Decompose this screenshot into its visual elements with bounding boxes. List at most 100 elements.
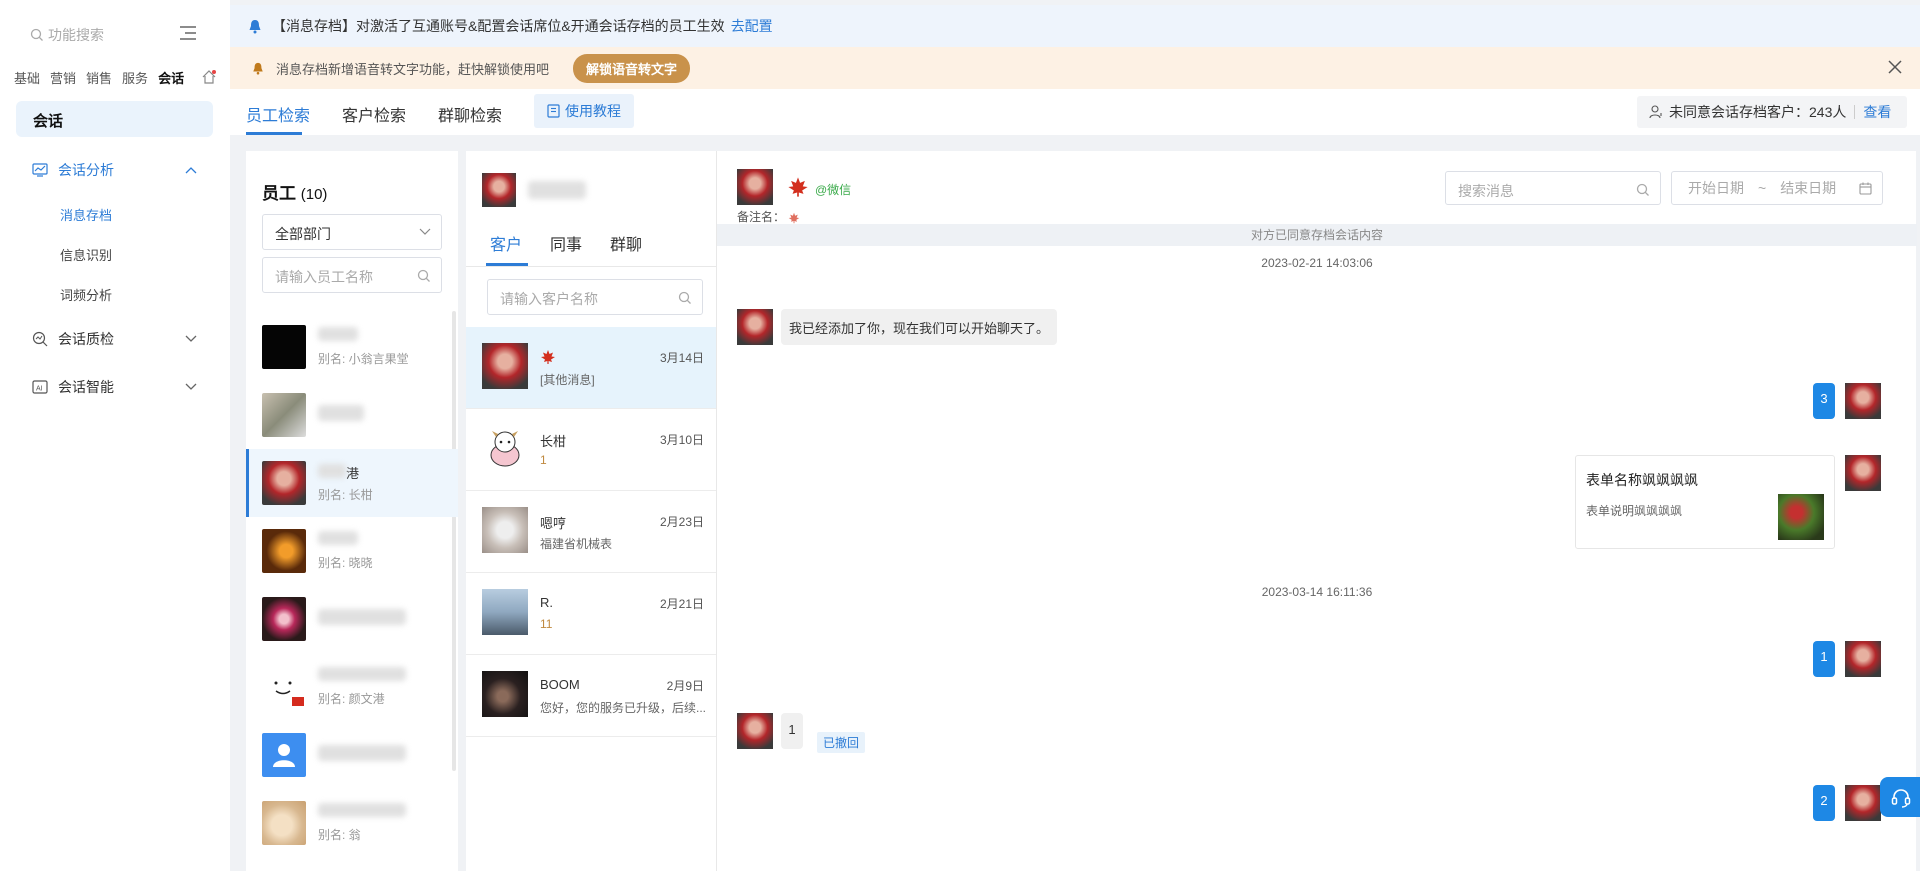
bell-icon — [249, 19, 261, 33]
active-tab-indicator — [246, 132, 302, 135]
avatar — [262, 597, 306, 641]
employee-name-blur — [528, 181, 586, 202]
customer-tabs: 客户 同事 群聊 — [490, 231, 670, 255]
function-search-placeholder: 功能搜索 — [48, 27, 104, 43]
bell-icon — [253, 62, 263, 74]
menu-collapse-icon[interactable] — [180, 26, 196, 40]
message-bubble-left: 1 — [781, 713, 803, 749]
message-archive-notice: 【消息存档】对激活了互通账号&配置会话席位&开通会话存档的员工生效 去配置 — [230, 5, 1920, 47]
calendar-icon — [1859, 182, 1872, 195]
date-range-picker[interactable]: 开始日期 ~ 结束日期 — [1671, 171, 1883, 205]
function-search[interactable]: 功能搜索 — [30, 24, 190, 46]
customer-item[interactable]: BOOM 您好，您的服务已升级，后续... 2月9日 — [466, 655, 716, 737]
ai-icon: AI — [32, 380, 48, 394]
customer-date: 2月9日 — [666, 679, 704, 693]
customer-search-input[interactable]: 请输入客户名称 — [487, 279, 703, 315]
customer-name: 长柑 — [540, 434, 567, 449]
nav-item-message-archive[interactable]: 消息存档 — [60, 205, 112, 224]
form-card-title: 表单名称飒飒飒飒 — [1586, 472, 1698, 488]
customer-item[interactable]: 嗯哼 福建省机械表 2月23日 — [466, 491, 716, 573]
remark-label: 备注名： — [737, 208, 800, 225]
avatar — [262, 529, 306, 573]
customer-item[interactable]: R. 11 2月21日 — [466, 573, 716, 655]
tutorial-button[interactable]: 使用教程 — [534, 94, 634, 128]
customer-last-message: 11 — [540, 617, 553, 631]
message-search-input[interactable]: 搜索消息 — [1445, 171, 1661, 205]
chevron-down-icon — [185, 335, 197, 342]
department-select[interactable]: 全部部门 — [262, 214, 442, 250]
tab-customers[interactable]: 客户 — [490, 231, 522, 255]
chart-icon — [32, 163, 48, 177]
tab-group-search[interactable]: 群聊检索 — [438, 102, 502, 126]
employee-name — [318, 405, 364, 424]
headset-icon — [1891, 789, 1911, 808]
category-marketing[interactable]: 营销 — [50, 68, 76, 87]
home-dot-icon[interactable] — [201, 69, 217, 85]
customer-name: BOOM — [540, 677, 580, 692]
customer-item[interactable]: 长柑 1 3月10日 — [466, 409, 716, 491]
category-basic[interactable]: 基础 — [14, 68, 40, 87]
category-sales[interactable]: 销售 — [86, 68, 112, 87]
employee-item[interactable] — [246, 585, 458, 653]
avatar — [262, 461, 306, 505]
nav-group-quality-check[interactable]: 会话质检 — [32, 329, 197, 349]
book-icon — [547, 104, 560, 118]
customer-date: 2月23日 — [659, 515, 704, 529]
employee-list: 别名: 小翁言果堂 港 别名: 长柑 别名: 晓晓 别名: 颜文港 别名: 翁 — [246, 313, 458, 857]
customer-panel: 客户 同事 群聊 请输入客户名称 [其他消息] 3月14日 长柑 1 3月10日 — [466, 151, 716, 871]
employee-name: 港 — [318, 463, 359, 482]
customer-name — [540, 349, 556, 365]
tab-colleagues[interactable]: 同事 — [550, 231, 582, 255]
avatar — [262, 393, 306, 437]
svg-text:AI: AI — [36, 386, 43, 393]
customer-date: 3月14日 — [659, 351, 704, 365]
maple-leaf-icon — [787, 176, 809, 198]
tab-customer-search[interactable]: 客户检索 — [342, 102, 406, 126]
unlock-voice-button[interactable]: 解锁语音转文字 — [573, 53, 691, 83]
customer-list: [其他消息] 3月14日 长柑 1 3月10日 嗯哼 福建省机械表 2月23日 … — [466, 327, 716, 737]
nav-group-session-analysis[interactable]: 会话分析 — [32, 160, 197, 180]
employee-item[interactable]: 别名: 小翁言果堂 — [246, 313, 458, 381]
voice-notice-text: 消息存档新增语音转文字功能，赶快解锁使用吧 — [276, 61, 550, 77]
employee-search-placeholder: 请输入员工名称 — [275, 269, 373, 285]
tab-employee-search[interactable]: 员工检索 — [246, 102, 310, 126]
configure-link[interactable]: 去配置 — [731, 16, 773, 36]
employee-item[interactable]: 别名: 翁 — [246, 789, 458, 857]
left-sidebar: 功能搜索 基础 营销 销售 服务 会话 会话 会话分析 消息存档 信息识别 词频… — [0, 0, 230, 871]
nav-group-session-ai[interactable]: AI 会话智能 — [32, 377, 197, 397]
form-card-image — [1778, 494, 1824, 540]
tab-group-chats[interactable]: 群聊 — [610, 231, 642, 255]
avatar — [482, 507, 528, 553]
category-session[interactable]: 会话 — [158, 68, 184, 87]
avatar — [482, 173, 516, 207]
customer-item-active[interactable]: [其他消息] 3月14日 — [466, 327, 716, 409]
employee-item[interactable] — [246, 381, 458, 449]
employee-item[interactable]: 别名: 晓晓 — [246, 517, 458, 585]
customer-last-message: 福建省机械表 — [540, 537, 613, 551]
message-bubble-right: 2 — [1813, 785, 1835, 821]
avatar — [482, 425, 528, 471]
employee-item-active[interactable]: 港 别名: 长柑 — [246, 449, 458, 517]
avatar — [482, 343, 528, 389]
avatar — [262, 801, 306, 845]
employee-search-input[interactable]: 请输入员工名称 — [262, 257, 442, 293]
category-service[interactable]: 服务 — [122, 68, 148, 87]
message-timestamp: 2023-02-21 14:03:06 — [1261, 256, 1373, 270]
person-icon — [273, 744, 295, 767]
employee-alias: 别名: 晓晓 — [318, 556, 373, 570]
employee-item[interactable]: 别名: 颜文港 — [246, 653, 458, 721]
avatar — [737, 309, 773, 345]
message-timestamp: 2023-03-14 16:11:36 — [1261, 585, 1373, 599]
form-card-message[interactable]: 表单名称飒飒飒飒 表单说明飒飒飒飒 — [1575, 455, 1835, 549]
nav-item-word-frequency[interactable]: 词频分析 — [60, 285, 112, 304]
employee-item[interactable] — [246, 721, 458, 789]
nav-item-info-recognition[interactable]: 信息识别 — [60, 245, 112, 264]
search-icon — [417, 269, 430, 282]
search-icon — [1636, 183, 1649, 196]
close-icon[interactable] — [1888, 60, 1902, 74]
cartoon-icon — [490, 431, 520, 467]
customer-service-button[interactable] — [1880, 777, 1920, 817]
employee-alias: 别名: 翁 — [318, 828, 361, 842]
view-link[interactable]: 查看 — [1863, 102, 1891, 122]
customer-date: 3月10日 — [659, 433, 704, 447]
